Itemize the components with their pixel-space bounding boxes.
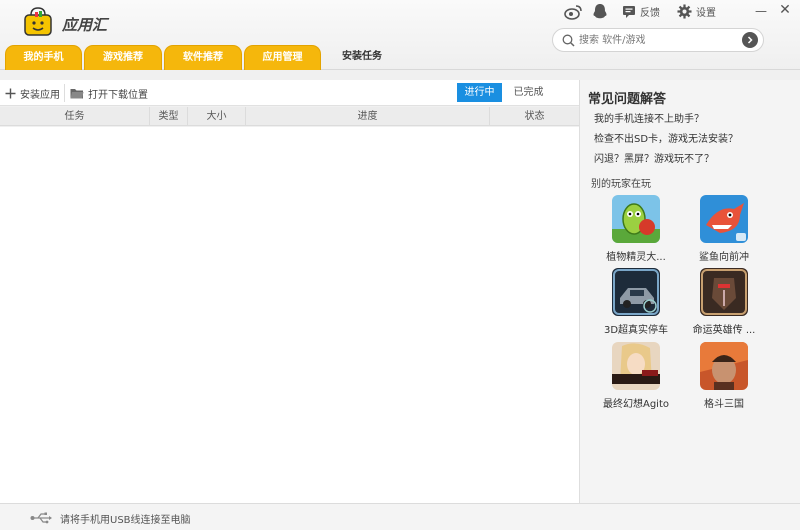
gear-icon — [677, 4, 692, 19]
tab-my-phone[interactable]: 我的手机 — [5, 45, 82, 70]
tab-game-recommend[interactable]: 游戏推荐 — [84, 45, 162, 70]
open-download-folder-label: 打开下载位置 — [88, 89, 148, 101]
qq-icon[interactable] — [592, 3, 608, 21]
tab-install-tasks[interactable]: 安装任务 — [323, 45, 401, 70]
task-table-body — [0, 127, 579, 503]
task-table-header: 任务 类型 大小 进度 状态 — [0, 107, 579, 126]
feedback-label: 反馈 — [640, 8, 660, 19]
close-icon[interactable]: ✕ — [778, 3, 792, 17]
install-app-label: 安装应用 — [20, 89, 60, 101]
game-icon — [612, 195, 660, 243]
feedback-button[interactable]: 反馈 — [622, 4, 660, 19]
game-name: 3D超真实停车 — [603, 325, 669, 336]
settings-label: 设置 — [696, 8, 716, 19]
header: 应用汇 反馈 设置 — ✕ 搜索 软件/游戏 我的手机 游戏推荐 软件推荐 应用… — [0, 0, 800, 70]
side-panel: 常见问题解答 我的手机连接不上助手？ 检查不出SD卡，游戏无法安装？ 闪退？黑屏… — [579, 80, 800, 503]
game-name: 格斗三国 — [704, 399, 744, 410]
search-go-button[interactable] — [742, 32, 758, 48]
game-icon — [700, 195, 748, 243]
tab-software-recommend[interactable]: 软件推荐 — [164, 45, 242, 70]
weibo-icon[interactable] — [564, 4, 582, 20]
app-name: 应用汇 — [62, 16, 108, 34]
faq-link[interactable]: 我的手机连接不上助手？ — [594, 110, 704, 125]
chevron-right-icon — [747, 36, 753, 44]
faq-title: 常见问题解答 — [588, 92, 667, 107]
search-box — [552, 28, 764, 52]
column-size[interactable]: 大小 — [188, 107, 246, 126]
column-type[interactable]: 类型 — [150, 107, 188, 126]
settings-button[interactable]: 设置 — [677, 4, 716, 19]
filter-in-progress-button[interactable]: 进行中 — [457, 83, 502, 102]
open-download-folder-button[interactable]: 打开下载位置 — [70, 84, 148, 102]
column-task[interactable]: 任务 — [0, 107, 150, 126]
folder-icon — [70, 88, 84, 99]
game-item[interactable]: 3D超真实停车 — [594, 268, 678, 336]
feedback-icon — [622, 5, 636, 18]
toolbar-divider — [64, 84, 65, 102]
column-status[interactable]: 状态 — [490, 107, 579, 126]
faq-link[interactable]: 检查不出SD卡，游戏无法安装？ — [594, 130, 738, 145]
game-item[interactable]: 鲨鱼向前冲 — [682, 195, 766, 263]
game-item[interactable]: 命运英雄传 ... — [682, 268, 766, 336]
plus-icon — [5, 88, 16, 99]
game-icon — [612, 268, 660, 316]
minimize-icon[interactable]: — — [754, 4, 768, 18]
game-item[interactable]: 格斗三国 — [682, 342, 766, 410]
game-icon — [612, 342, 660, 390]
status-bar: 请将手机用USB线连接至电脑 — [0, 503, 800, 530]
app-logo-icon — [22, 6, 54, 36]
main-tabs: 我的手机 游戏推荐 软件推荐 应用管理 安装任务 — [0, 45, 520, 70]
game-icon — [700, 268, 748, 316]
game-item[interactable]: 最终幻想Agito — [594, 342, 678, 410]
game-name: 鲨鱼向前冲 — [699, 252, 749, 263]
faq-link[interactable]: 闪退？黑屏？游戏玩不了？ — [594, 150, 714, 165]
search-input[interactable] — [579, 30, 742, 50]
search-icon — [557, 29, 579, 51]
game-icon — [700, 342, 748, 390]
game-name: 命运英雄传 ... — [692, 325, 756, 336]
connection-status-text: 请将手机用USB线连接至电脑 — [60, 515, 191, 526]
usb-icon — [30, 512, 52, 524]
others-playing-title: 别的玩家在玩 — [591, 179, 651, 190]
tab-app-manage[interactable]: 应用管理 — [244, 45, 321, 70]
game-name: 植物精灵大... — [606, 252, 666, 263]
game-item[interactable]: 植物精灵大... — [594, 195, 678, 263]
column-progress[interactable]: 进度 — [246, 107, 490, 126]
filter-completed-button[interactable]: 已完成 — [506, 83, 551, 102]
game-name: 最终幻想Agito — [602, 399, 669, 410]
install-app-button[interactable]: 安装应用 — [5, 84, 60, 102]
